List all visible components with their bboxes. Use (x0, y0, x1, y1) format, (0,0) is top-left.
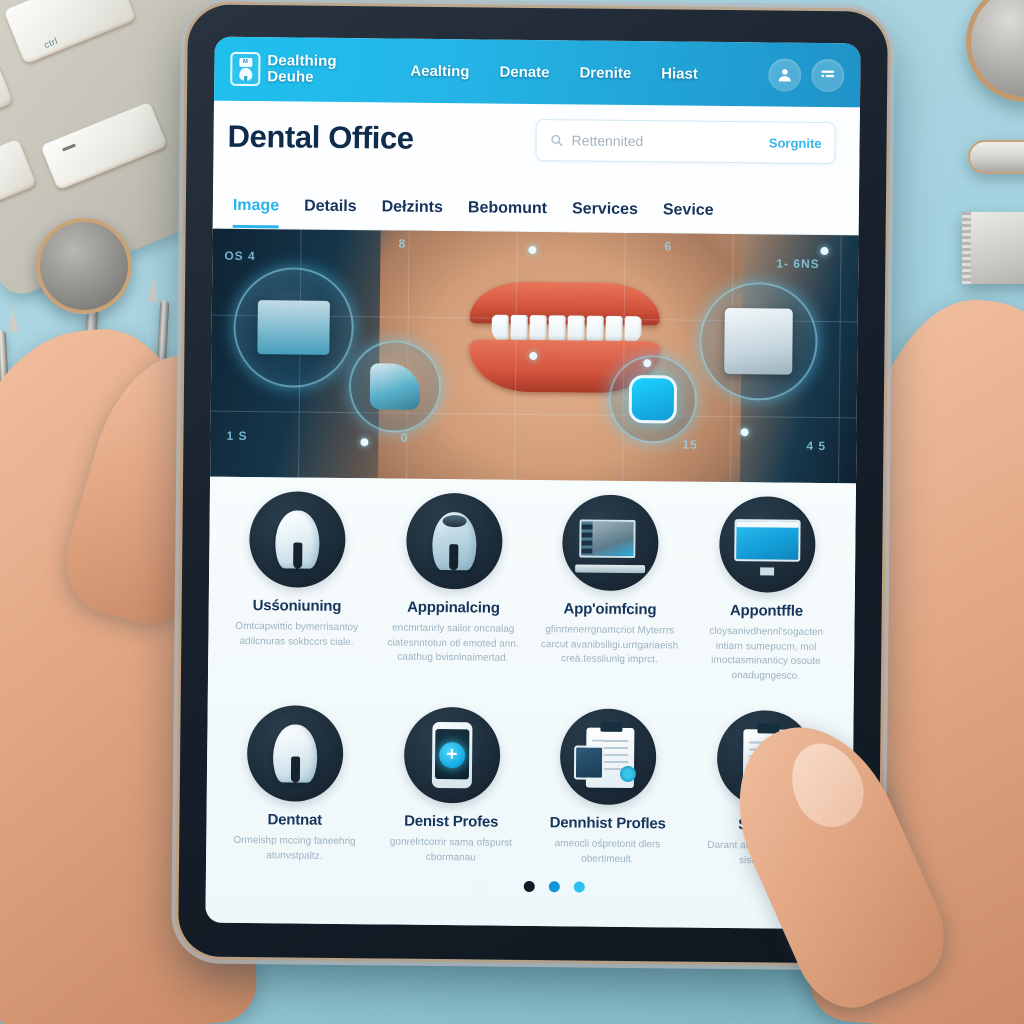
dental-mirror-icon (966, 0, 1024, 102)
sterile-pack (962, 212, 1024, 284)
logo-top-glyph: M (238, 57, 252, 67)
app-icon-callout[interactable] (608, 354, 698, 444)
furniture-icon (257, 300, 330, 355)
search-icon (551, 134, 563, 147)
tab-bebomunt[interactable]: Bebomunt (468, 199, 547, 231)
card-title: Usśoniuning (252, 597, 342, 615)
site-header: M Dealthing Deuhe Aealting Denate Drenit… (213, 36, 861, 108)
card-description: gfinrtenerrgnamcriot Myterrrs carcut ava… (540, 624, 679, 666)
hero-label-7: 4 5 (806, 438, 827, 454)
monitor-icon (718, 495, 816, 593)
dental-chair-callout[interactable] (348, 340, 442, 434)
dental-probe-tip (147, 275, 159, 303)
card-description: ameocli ośpretonit dlers obertimeult. (554, 838, 661, 865)
tab-dezaints[interactable]: Dełzints (381, 198, 444, 230)
tab-services[interactable]: Services (572, 200, 638, 232)
mobile-app-icon: + (403, 706, 501, 804)
hero-label-1: 8 (398, 236, 407, 251)
cabinet-callout[interactable] (698, 281, 819, 401)
header-actions (768, 57, 845, 92)
crowned-tooth-icon (405, 492, 503, 590)
nav-item-1[interactable]: Aealting (410, 62, 469, 80)
nav-item-3[interactable]: Drenite (579, 64, 631, 82)
card-item[interactable]: Appontffle cloysanivdhennl'sogacten inti… (689, 495, 844, 712)
card-description: Ormeishp mccing faneehrig atunvstpaltz. (233, 834, 356, 862)
pagination-dot[interactable] (473, 880, 485, 892)
grid-node (643, 359, 652, 368)
user-account-icon[interactable] (768, 57, 802, 92)
tooth-icon (249, 491, 347, 589)
hero-label-6: 15 (682, 437, 698, 452)
tab-sevice[interactable]: Sevice (663, 201, 714, 233)
card-title: Appontffle (729, 602, 804, 620)
mobile-app-icon (629, 375, 677, 424)
card-description: encmrtarirly sailor oncnalag ciatesnntot… (387, 622, 519, 664)
card-title: Apppinalcing (407, 598, 500, 617)
brand-line-2: Deuhe (267, 68, 314, 86)
grid-node (740, 428, 749, 437)
pagination-dot[interactable] (548, 881, 560, 893)
tab-image[interactable]: Image (232, 196, 280, 229)
waiting-room-callout[interactable] (233, 266, 355, 389)
search-submit-link[interactable]: Sorgnite (769, 135, 822, 151)
card-title: Dennhist Profles (549, 814, 666, 833)
card-item[interactable]: Usśoniuning Omtcapwittic bymerrisantoy a… (220, 491, 375, 707)
dental-chair-icon (370, 363, 420, 410)
cabinet-icon (723, 307, 794, 375)
card-item[interactable]: App'oimfcing gfinrtenerrgnamcriot Myterr… (533, 494, 688, 710)
tooth-card-icon: M (230, 51, 261, 87)
card-title: Denist Profes (404, 812, 499, 831)
hero-label-5: 0 (400, 430, 409, 445)
hero-label-2: 6 (664, 239, 673, 254)
grid-node (820, 246, 829, 256)
card-title: App'oimfcing (563, 600, 657, 619)
dental-mirror-icon (36, 218, 132, 314)
grid-node (528, 245, 537, 255)
brand-name: Dealthing Deuhe (267, 52, 337, 86)
search-input[interactable]: Rettennited (572, 132, 761, 150)
nav-item-4[interactable]: Hiast (661, 65, 698, 82)
tab-bar: Image Details Dełzints Bebomunt Services… (212, 172, 860, 236)
laptop-icon (562, 494, 660, 592)
pagination-dot-active[interactable] (523, 880, 535, 893)
pagination-dot[interactable] (573, 881, 585, 893)
grid-node (360, 438, 369, 447)
pagination-dot[interactable] (498, 880, 510, 892)
hero-label-4: 1 S (226, 428, 248, 444)
card-item[interactable]: Apppinalcing encmrtarirly sailor oncnala… (376, 492, 531, 708)
nav-item-2[interactable]: Denate (499, 63, 549, 81)
clipboard-icon (559, 708, 657, 806)
search-bar[interactable]: Rettennited Sorgnite (535, 119, 836, 165)
card-description: Omtcapwittic bymerrisantoy adilcnuras so… (235, 620, 359, 648)
card-description: cloysanivdhennl'sogacten intiarn sumepuc… (709, 625, 824, 682)
tab-details[interactable]: Details (304, 198, 357, 230)
menu-icon[interactable] (811, 58, 845, 92)
dental-instrument-handle (968, 140, 1024, 174)
dental-probe-tip (7, 305, 19, 333)
hero-image[interactable]: OS 4 8 6 1- 6NS 1 S 0 15 4 5 (210, 228, 859, 484)
hero-label-0: OS 4 (224, 248, 256, 264)
tooth-icon (238, 67, 252, 81)
page-title: Dental Office (227, 118, 414, 156)
card-title: Dentnat (267, 811, 323, 829)
primary-navigation: Aealting Denate Drenite Hiast (410, 62, 764, 83)
tooth-icon (246, 705, 344, 803)
card-description: gonrelrtcorrir sama ofspurst cbormanau (389, 836, 513, 863)
hero-label-3: 1- 6NS (776, 256, 820, 271)
grid-node (529, 351, 538, 361)
brand-logo[interactable]: M Dealthing Deuhe (230, 51, 380, 88)
page-header: Dental Office Rettennited Sorgnite (213, 100, 860, 180)
